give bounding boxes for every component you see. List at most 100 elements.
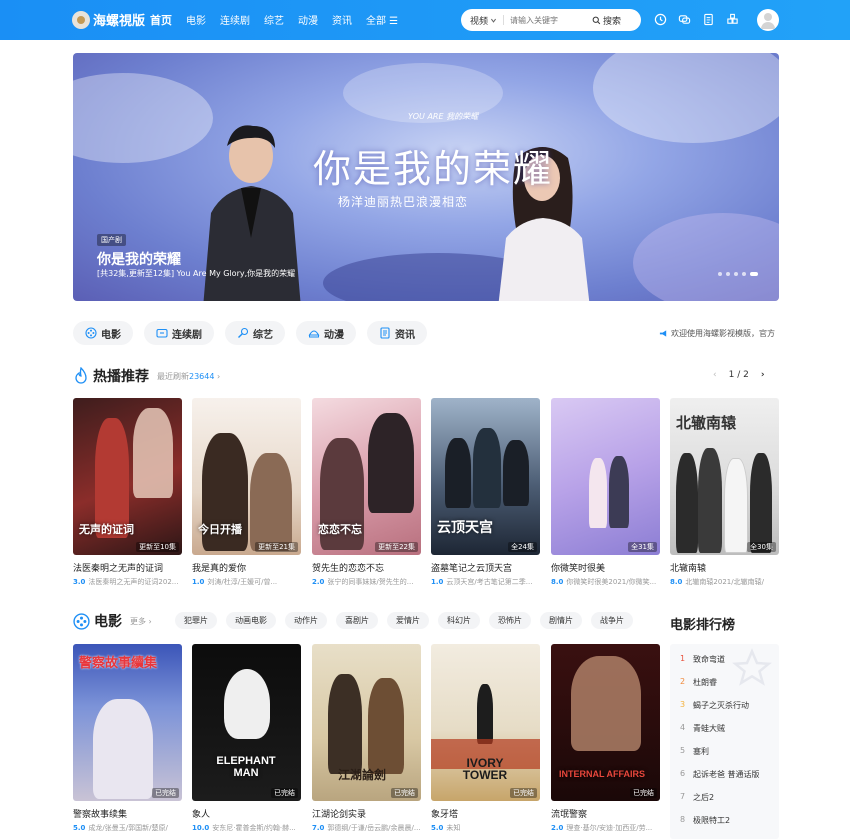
genre-tag[interactable]: 动作片 — [285, 612, 327, 629]
rank-name: 之后2 — [693, 793, 715, 802]
ranking-item[interactable]: 4 青蛙大贼 — [680, 723, 725, 734]
poster-image[interactable]: IVORY TOWER 已完结 — [431, 644, 540, 801]
search-type-select[interactable]: 视频 — [461, 14, 503, 27]
hot-card[interactable]: 云顶天宫 全24集 盗墓笔记之云顶天宫 1.0 云顶天宫/考古笔记第二季... — [431, 398, 540, 587]
chevron-down-icon — [490, 18, 497, 23]
genre-tag[interactable]: 爱情片 — [387, 612, 429, 629]
card-title[interactable]: 江湖论剑实录 — [312, 807, 421, 820]
card-title[interactable]: 象牙塔 — [431, 807, 540, 820]
poster-figure — [93, 699, 153, 799]
category-variety[interactable]: 综艺 — [225, 321, 285, 345]
banner-show-name[interactable]: 你是我的荣耀 — [97, 249, 181, 269]
ranking-item[interactable]: 5 塞利 — [680, 746, 709, 757]
poster-image[interactable]: 无声的证词 更新至10集 — [73, 398, 182, 555]
card-title[interactable]: 我是真的爱你 — [192, 561, 301, 574]
genre-tag[interactable]: 恐怖片 — [489, 612, 531, 629]
category-label: 连续剧 — [172, 329, 202, 341]
hot-card[interactable]: 全31集 你微笑时很美 8.0 你微笑时很美2021/你微笑... — [551, 398, 660, 587]
card-title[interactable]: 北辙南辕 — [670, 561, 779, 574]
poster-figure — [328, 674, 362, 774]
nav-news[interactable]: 资讯 — [332, 12, 352, 28]
nav-all[interactable]: 全部 ☰ — [366, 12, 398, 28]
genre-tag[interactable]: 动画电影 — [226, 612, 276, 629]
hot-card[interactable]: 今日开播 更新至21集 我是真的爱你 1.0 刘涛/杜淳/王媛可/曾... — [192, 398, 301, 587]
nav-variety[interactable]: 综艺 — [264, 12, 284, 28]
carousel-dot[interactable] — [718, 272, 722, 276]
poster-figure — [676, 453, 698, 553]
poster-art-title: IVORY TOWER — [462, 756, 508, 782]
card-title[interactable]: 盗墓笔记之云顶天宫 — [431, 561, 540, 574]
card-title[interactable]: 警察故事续集 — [73, 807, 182, 820]
poster-image[interactable]: 警察故事續集 已完结 — [73, 644, 182, 801]
carousel-dot[interactable] — [734, 272, 738, 276]
apps-icon[interactable] — [726, 13, 739, 26]
card-title[interactable]: 贺先生的恋恋不忘 — [312, 561, 421, 574]
next-page-button[interactable]: › — [761, 370, 765, 380]
poster-art-title: 恋恋不忘 — [318, 523, 362, 536]
nav-anime[interactable]: 动漫 — [298, 12, 318, 28]
card-title[interactable]: 流氓警察 — [551, 807, 660, 820]
category-series[interactable]: 连续剧 — [144, 321, 214, 345]
hot-refresh-meta[interactable]: 最近刷新23644 › — [157, 371, 220, 382]
document-icon[interactable] — [702, 13, 715, 26]
poster-image[interactable]: ELEPHANT MAN 已完结 — [192, 644, 301, 801]
poster-image[interactable]: 北辙南辕 全30集 — [670, 398, 779, 555]
nav-movies[interactable]: 电影 — [186, 12, 206, 28]
category-anime[interactable]: 动漫 — [296, 321, 356, 345]
movie-card[interactable]: INTERNAL AFFAIRS 已完结 流氓警察 2.0 理查·基尔/安迪·加西… — [551, 644, 660, 833]
card-title[interactable]: 象人 — [192, 807, 301, 820]
hero-banner[interactable]: YOU ARE 我的荣耀 你是我的荣耀 杨洋迪丽热巴浪漫相恋 国产剧 你是我的荣… — [73, 53, 779, 301]
ranking-item[interactable]: 7 之后2 — [680, 792, 714, 803]
category-movies[interactable]: 电影 — [73, 321, 133, 345]
logo-icon — [72, 10, 90, 29]
genre-tag[interactable]: 犯罪片 — [175, 612, 217, 629]
movie-card[interactable]: ELEPHANT MAN 已完结 象人 10.0 安东尼·霍普金斯/约翰·赫... — [192, 644, 301, 833]
card-title[interactable]: 法医秦明之无声的证词 — [73, 561, 182, 574]
status-badge: 已完结 — [510, 788, 537, 798]
movie-card[interactable]: 警察故事續集 已完结 警察故事续集 5.0 成龙/张曼玉/郭国新/楚原/ — [73, 644, 182, 833]
movie-card[interactable]: IVORY TOWER 已完结 象牙塔 5.0 未知 — [431, 644, 540, 833]
clock-icon[interactable] — [654, 13, 667, 26]
site-logo[interactable]: 海螺視版 — [72, 10, 145, 29]
ranking-item[interactable]: 6 起诉老爸 普通话版 — [680, 769, 760, 780]
poster-image[interactable]: 恋恋不忘 更新至22集 — [312, 398, 421, 555]
poster-image[interactable]: 今日开播 更新至21集 — [192, 398, 301, 555]
movie-card[interactable]: 江湖論劍 已完结 江湖论剑实录 7.0 郭德纲/于谦/岳云鹏/余晨晨/... — [312, 644, 421, 833]
ranking-item[interactable]: 1 致命弯道 — [680, 654, 725, 665]
ranking-item[interactable]: 2 杜朗睿 — [680, 677, 717, 688]
ranking-item[interactable]: 8 极限特工2 — [680, 815, 730, 826]
genre-tag[interactable]: 科幻片 — [438, 612, 480, 629]
user-avatar[interactable] — [757, 9, 779, 31]
category-news[interactable]: 资讯 — [367, 321, 427, 345]
hot-card[interactable]: 北辙南辕 全30集 北辙南辕 8.0 北辙南辕2021/北辙南辕/ — [670, 398, 779, 587]
movie-more-link[interactable]: 更多 › — [130, 616, 152, 627]
card-subtitle: 5.0 成龙/张曼玉/郭国新/楚原/ — [73, 823, 182, 833]
card-cast: 刘涛/杜淳/王媛可/曾... — [207, 578, 278, 586]
hot-card[interactable]: 恋恋不忘 更新至22集 贺先生的恋恋不忘 2.0 张宁的同事妹妹/贺先生的... — [312, 398, 421, 587]
logo-text: 海螺視版 — [93, 14, 146, 29]
ranking-item[interactable]: 3 蝎子之灭杀行动 — [680, 700, 749, 711]
poster-image[interactable]: 江湖論劍 已完结 — [312, 644, 421, 801]
hot-card[interactable]: 无声的证词 更新至10集 法医秦明之无声的证词 3.0 法医秦明之无声的证词202… — [73, 398, 182, 587]
poster-figure — [445, 438, 471, 508]
genre-tag[interactable]: 喜剧片 — [336, 612, 378, 629]
poster-image[interactable]: 云顶天宫 全24集 — [431, 398, 540, 555]
rank-number: 4 — [680, 723, 686, 732]
prev-page-button[interactable]: ‹ — [713, 370, 717, 380]
search-input[interactable] — [504, 15, 592, 25]
carousel-dot[interactable] — [742, 272, 746, 276]
card-title[interactable]: 你微笑时很美 — [551, 561, 660, 574]
site-notice[interactable]: 欢迎使用海螺影视模版，官方 — [659, 328, 779, 339]
poster-image[interactable]: 全31集 — [551, 398, 660, 555]
banner-show-desc: [共32集,更新至12集] You Are My Glory,你是我的荣耀 — [97, 269, 296, 278]
poster-image[interactable]: INTERNAL AFFAIRS 已完结 — [551, 644, 660, 801]
card-score: 1.0 — [431, 578, 444, 586]
carousel-dot-active[interactable] — [750, 272, 758, 276]
nav-home[interactable]: 首页 — [150, 12, 172, 28]
nav-series[interactable]: 连续剧 — [220, 12, 250, 28]
genre-tag[interactable]: 剧情片 — [540, 612, 582, 629]
carousel-dot[interactable] — [726, 272, 730, 276]
search-button[interactable]: 搜索 — [592, 14, 621, 27]
genre-tag[interactable]: 战争片 — [591, 612, 633, 629]
chat-icon[interactable] — [678, 13, 691, 26]
